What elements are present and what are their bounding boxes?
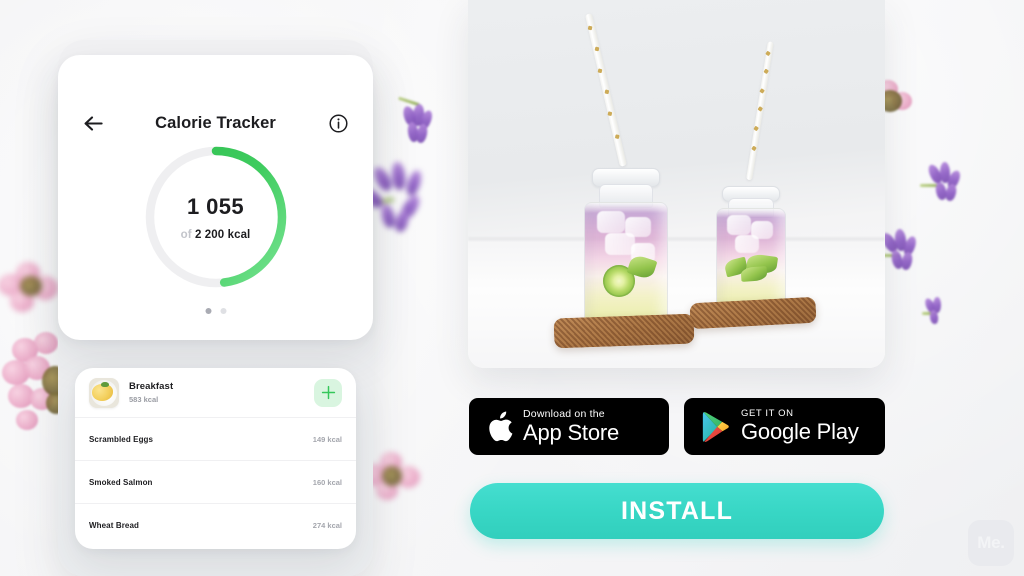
food-row[interactable]: Wheat Bread 274 kcal — [75, 504, 356, 547]
app-store-big-label: App Store — [523, 419, 620, 445]
food-kcal: 149 kcal — [312, 434, 342, 444]
food-name: Scrambled Eggs — [89, 434, 154, 444]
meal-list-card: Breakfast 583 kcal Scrambled Eggs 149 kca… — [75, 368, 356, 549]
google-play-texts: GET IT ON Google Play — [741, 408, 859, 445]
goal-value: 2 200 kcal — [195, 228, 251, 241]
google-play-badge[interactable]: GET IT ON Google Play — [684, 398, 885, 455]
scrambled-eggs-plate-icon — [89, 377, 119, 408]
ring-center-labels: 1 055 of 2 200 kcal — [142, 143, 290, 291]
rattan-coaster-front — [553, 313, 695, 349]
paper-straw-back — [746, 41, 774, 181]
meal-texts: Breakfast 583 kcal — [119, 381, 314, 404]
food-row[interactable]: Scrambled Eggs 149 kcal — [75, 418, 356, 461]
carousel-pagination[interactable] — [205, 308, 226, 314]
food-kcal: 160 kcal — [312, 477, 342, 487]
google-play-triangle-icon — [702, 411, 729, 442]
ad-banner: Calorie Tracker 1 055 of 2 200 kcal Brea… — [0, 0, 1024, 576]
meal-header-row[interactable]: Breakfast 583 kcal — [75, 368, 356, 418]
food-name: Wheat Bread — [89, 521, 139, 530]
lavender-sprig-top — [392, 96, 440, 154]
calorie-tracker-card: Calorie Tracker 1 055 of 2 200 kcal — [58, 55, 373, 340]
food-name: Smoked Salmon — [89, 477, 153, 487]
install-button[interactable]: INSTALL — [470, 483, 884, 539]
food-row[interactable]: Smoked Salmon 160 kcal — [75, 461, 356, 504]
lavender-sprig-right-bottom — [918, 296, 950, 326]
calorie-progress-ring: 1 055 of 2 200 kcal — [142, 143, 290, 291]
product-photo — [468, 0, 885, 368]
paper-straw-front — [584, 13, 627, 167]
pager-dot-1[interactable] — [205, 308, 211, 314]
food-item-list: Scrambled Eggs 149 kcal Smoked Salmon 160 k… — [75, 418, 356, 547]
photo-tabletop — [468, 238, 885, 368]
meal-name: Breakfast — [129, 381, 174, 392]
calories-goal-label: of 2 200 kcal — [181, 229, 251, 241]
store-badges: Download on the App Store GET IT ON Goog… — [469, 398, 885, 455]
goal-of-word: of — [180, 228, 192, 241]
app-header: Calorie Tracker — [58, 103, 373, 143]
calories-consumed-value: 1 055 — [186, 193, 245, 219]
back-button[interactable] — [80, 110, 106, 136]
lemonade-bottle-front — [576, 13, 676, 330]
app-store-texts: Download on the App Store — [523, 407, 620, 445]
page-title: Calorie Tracker — [155, 113, 276, 132]
lemonade-bottle-back — [708, 41, 794, 316]
meal-total-kcal: 583 kcal — [129, 395, 159, 404]
info-circle-icon — [328, 113, 348, 133]
arrow-left-icon — [84, 115, 103, 131]
apple-logo-icon — [489, 410, 513, 441]
food-kcal: 274 kcal — [312, 521, 342, 530]
app-store-badge[interactable]: Download on the App Store — [469, 398, 669, 455]
brand-watermark: Me. — [968, 520, 1014, 566]
google-play-small-label: GET IT ON — [741, 408, 794, 420]
info-button[interactable] — [325, 110, 351, 136]
pager-dot-2[interactable] — [220, 308, 226, 314]
add-food-button[interactable] — [314, 378, 342, 407]
google-play-big-label: Google Play — [741, 419, 859, 445]
plus-icon — [321, 385, 335, 400]
lavender-sprig-right-top — [918, 161, 966, 206]
app-store-small-label: Download on the — [523, 407, 605, 420]
